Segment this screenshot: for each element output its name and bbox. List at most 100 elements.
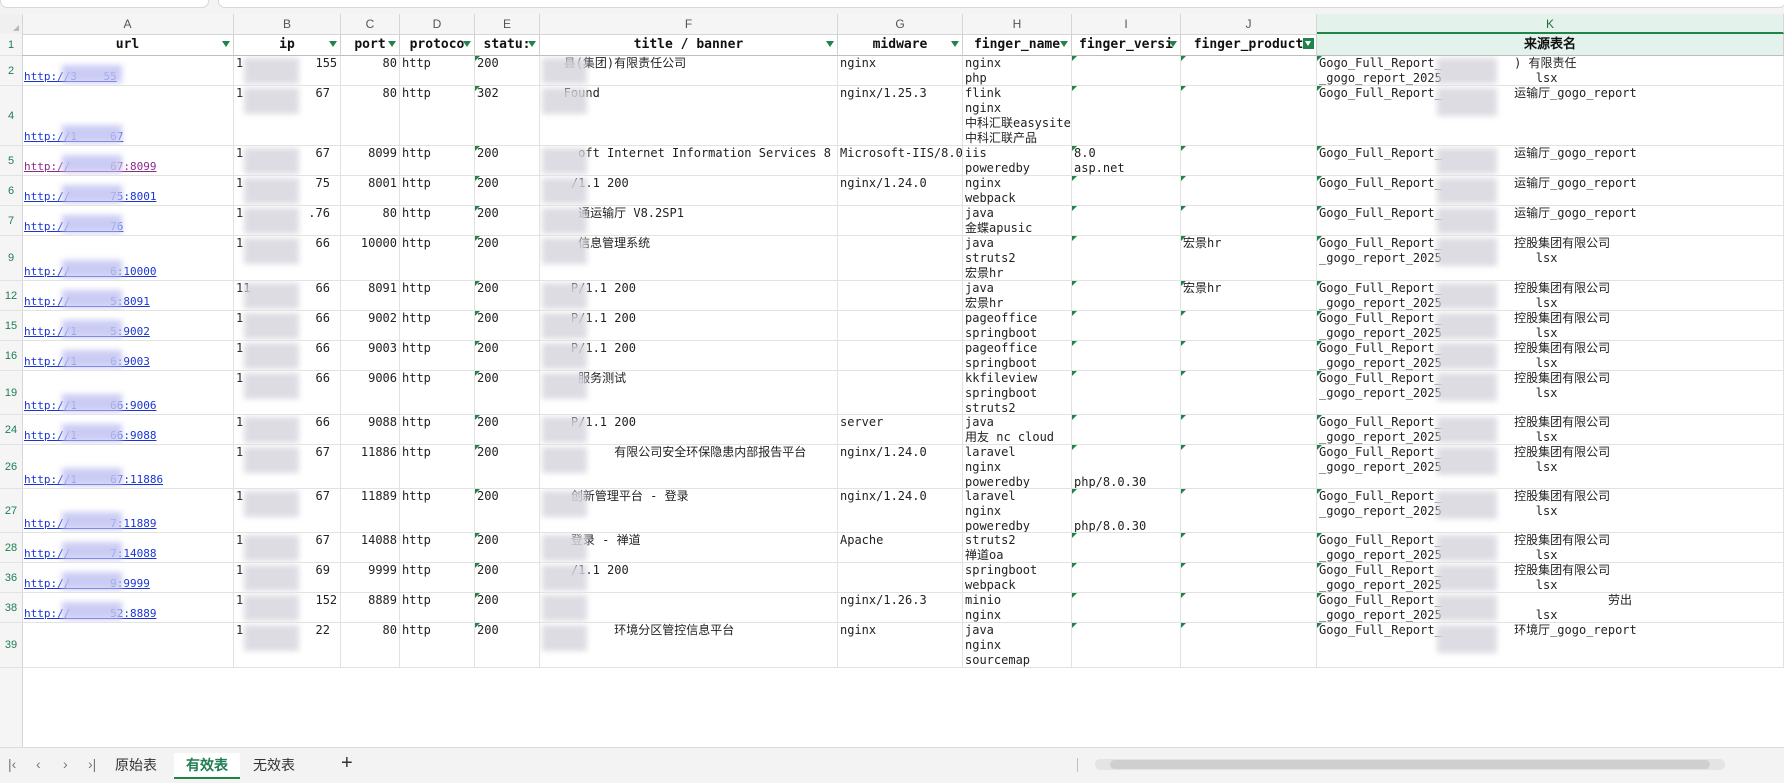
row-number[interactable]: 9 xyxy=(0,236,22,281)
cell-url[interactable]: http://1 67 xyxy=(22,86,234,145)
cell-proto[interactable]: http xyxy=(400,206,475,235)
cell-finger-prod[interactable]: 宏景hr xyxy=(1181,236,1317,280)
cell-title[interactable]: 创新管理平台 - 登录 xyxy=(540,489,838,532)
cell-status[interactable]: 200 xyxy=(475,311,540,340)
cell-port[interactable]: 9088 xyxy=(341,415,400,444)
cell-port[interactable]: 80 xyxy=(341,623,400,667)
cell-title[interactable]: P/1.1 200 xyxy=(540,415,838,444)
cell-status[interactable]: 200 xyxy=(475,371,540,414)
cell-ip[interactable]: 1 66 xyxy=(234,341,341,370)
cell-port[interactable]: 9003 xyxy=(341,341,400,370)
cell-url[interactable]: http:// 76 xyxy=(22,206,234,235)
cell-proto[interactable]: http xyxy=(400,236,475,280)
cell-source[interactable]: Gogo_Full_Report_ 控股集团有限公司 _gogo_report_… xyxy=(1317,236,1784,280)
cell-midware[interactable] xyxy=(838,563,963,592)
cell-finger-name[interactable]: minio nginx xyxy=(963,593,1072,622)
cell-port[interactable]: 14088 xyxy=(341,533,400,562)
cell-ip[interactable]: 1 152 xyxy=(234,593,341,622)
filter-dropdown-icon[interactable] xyxy=(222,41,230,47)
cell-midware[interactable]: nginx xyxy=(838,623,963,667)
scrollbar-thumb[interactable] xyxy=(1110,760,1710,769)
cell-title[interactable]: 信息管理系统 xyxy=(540,236,838,280)
cell-midware[interactable]: Apache xyxy=(838,533,963,562)
cell-finger-prod[interactable] xyxy=(1181,489,1317,532)
cell-midware[interactable]: nginx/1.24.0 xyxy=(838,176,963,205)
cell-status[interactable]: 200 xyxy=(475,593,540,622)
filter-dropdown-icon[interactable] xyxy=(951,41,959,47)
cell-title[interactable]: 有限公司安全环保隐患内部报告平台 xyxy=(540,445,838,488)
filter-dropdown-icon[interactable] xyxy=(1060,41,1068,47)
header-cell-i[interactable]: finger_versi xyxy=(1072,34,1181,56)
cell-ip[interactable]: 1 155 xyxy=(234,56,341,85)
cell-status[interactable]: 200 xyxy=(475,146,540,175)
cell-status[interactable]: 200 xyxy=(475,281,540,310)
cell-finger-prod[interactable] xyxy=(1181,415,1317,444)
cell-source[interactable]: Gogo_Full_Report_ 劳出 _gogo_report_2025 l… xyxy=(1317,593,1784,622)
cell-finger-name[interactable]: java 用友 nc cloud xyxy=(963,415,1072,444)
header-cell-e[interactable]: statu: xyxy=(475,34,540,56)
cell-finger-prod[interactable] xyxy=(1181,56,1317,85)
filter-dropdown-icon[interactable] xyxy=(528,41,536,47)
cell-finger-name[interactable]: nginx webpack xyxy=(963,176,1072,205)
cell-port[interactable]: 11886 xyxy=(341,445,400,488)
cell-status[interactable]: 200 xyxy=(475,56,540,85)
row-number[interactable]: 6 xyxy=(0,176,22,206)
cell-source[interactable]: Gogo_Full_Report_ 环境厅_gogo_report xyxy=(1317,623,1784,667)
last-sheet-icon[interactable]: ›| xyxy=(88,756,96,772)
row-number[interactable]: 7 xyxy=(0,206,22,236)
cell-source[interactable]: Gogo_Full_Report_ 控股集团有限公司 _gogo_report_… xyxy=(1317,415,1784,444)
cell-midware[interactable] xyxy=(838,341,963,370)
cell-proto[interactable]: http xyxy=(400,533,475,562)
cell-ip[interactable]: 1 67 xyxy=(234,445,341,488)
column-letter-e[interactable]: E xyxy=(475,14,540,34)
cell-finger-name[interactable]: nginx php xyxy=(963,56,1072,85)
cell-ip[interactable]: 11 66 xyxy=(234,281,341,310)
cell-midware[interactable] xyxy=(838,371,963,414)
cell-source[interactable]: Gogo_Full_Report_ 控股集团有限公司 _gogo_report_… xyxy=(1317,563,1784,592)
row-number[interactable]: 2 xyxy=(0,56,22,86)
column-letter-f[interactable]: F xyxy=(540,14,838,34)
cell-port[interactable]: 9002 xyxy=(341,311,400,340)
cell-ip[interactable]: 1 66 xyxy=(234,236,341,280)
cell-url[interactable]: http:// 67:8099 xyxy=(22,146,234,175)
cell-ip[interactable]: 1 66 xyxy=(234,371,341,414)
cell-finger-ver[interactable] xyxy=(1072,371,1181,414)
row-number[interactable]: 36 xyxy=(0,563,22,593)
row-number[interactable]: 5 xyxy=(0,146,22,176)
cell-ip[interactable]: 1 22 xyxy=(234,623,341,667)
cell-title[interactable] xyxy=(540,593,838,622)
cell-source[interactable]: Gogo_Full_Report_ 运输厅_gogo_report xyxy=(1317,176,1784,205)
cell-port[interactable]: 8099 xyxy=(341,146,400,175)
cell-midware[interactable]: Microsoft-IIS/8.0 xyxy=(838,146,963,175)
cell-finger-ver[interactable] xyxy=(1072,56,1181,85)
cell-title[interactable]: 服务测试 xyxy=(540,371,838,414)
cell-proto[interactable]: http xyxy=(400,146,475,175)
row-number[interactable]: 16 xyxy=(0,341,22,371)
column-letter-b[interactable]: B xyxy=(234,14,341,34)
cell-url[interactable]: http://1 66:9006 xyxy=(22,371,234,414)
cell-finger-ver[interactable] xyxy=(1072,593,1181,622)
cell-url[interactable]: http://1 6:9003 xyxy=(22,341,234,370)
cell-status[interactable]: 200 xyxy=(475,206,540,235)
cell-midware[interactable]: nginx/1.24.0 xyxy=(838,489,963,532)
cell-proto[interactable]: http xyxy=(400,623,475,667)
row-number[interactable]: 4 xyxy=(0,86,22,146)
header-cell-a[interactable]: url xyxy=(22,34,234,56)
name-box[interactable] xyxy=(0,0,209,8)
cell-title[interactable]: oft Internet Information Services 8 xyxy=(540,146,838,175)
cell-midware[interactable] xyxy=(838,236,963,280)
sheet-tab[interactable]: 无效表 xyxy=(241,753,307,777)
cell-source[interactable]: Gogo_Full_Report_ 运输厅_gogo_report xyxy=(1317,206,1784,235)
cell-finger-prod[interactable] xyxy=(1181,623,1317,667)
cell-midware[interactable]: nginx/1.26.3 xyxy=(838,593,963,622)
filter-dropdown-icon[interactable] xyxy=(463,41,471,47)
cell-source[interactable]: Gogo_Full_Report_ 控股集团有限公司 _gogo_report_… xyxy=(1317,445,1784,488)
cell-port[interactable]: 8091 xyxy=(341,281,400,310)
cell-port[interactable]: 9999 xyxy=(341,563,400,592)
cell-source[interactable]: Gogo_Full_Report_ ) 有限责任 _gogo_report_20… xyxy=(1317,56,1784,85)
cell-ip[interactable]: 1 67 xyxy=(234,489,341,532)
header-cell-h[interactable]: finger_name xyxy=(963,34,1072,56)
cell-proto[interactable]: http xyxy=(400,176,475,205)
cell-finger-ver[interactable] xyxy=(1072,533,1181,562)
cell-finger-ver[interactable] xyxy=(1072,86,1181,145)
